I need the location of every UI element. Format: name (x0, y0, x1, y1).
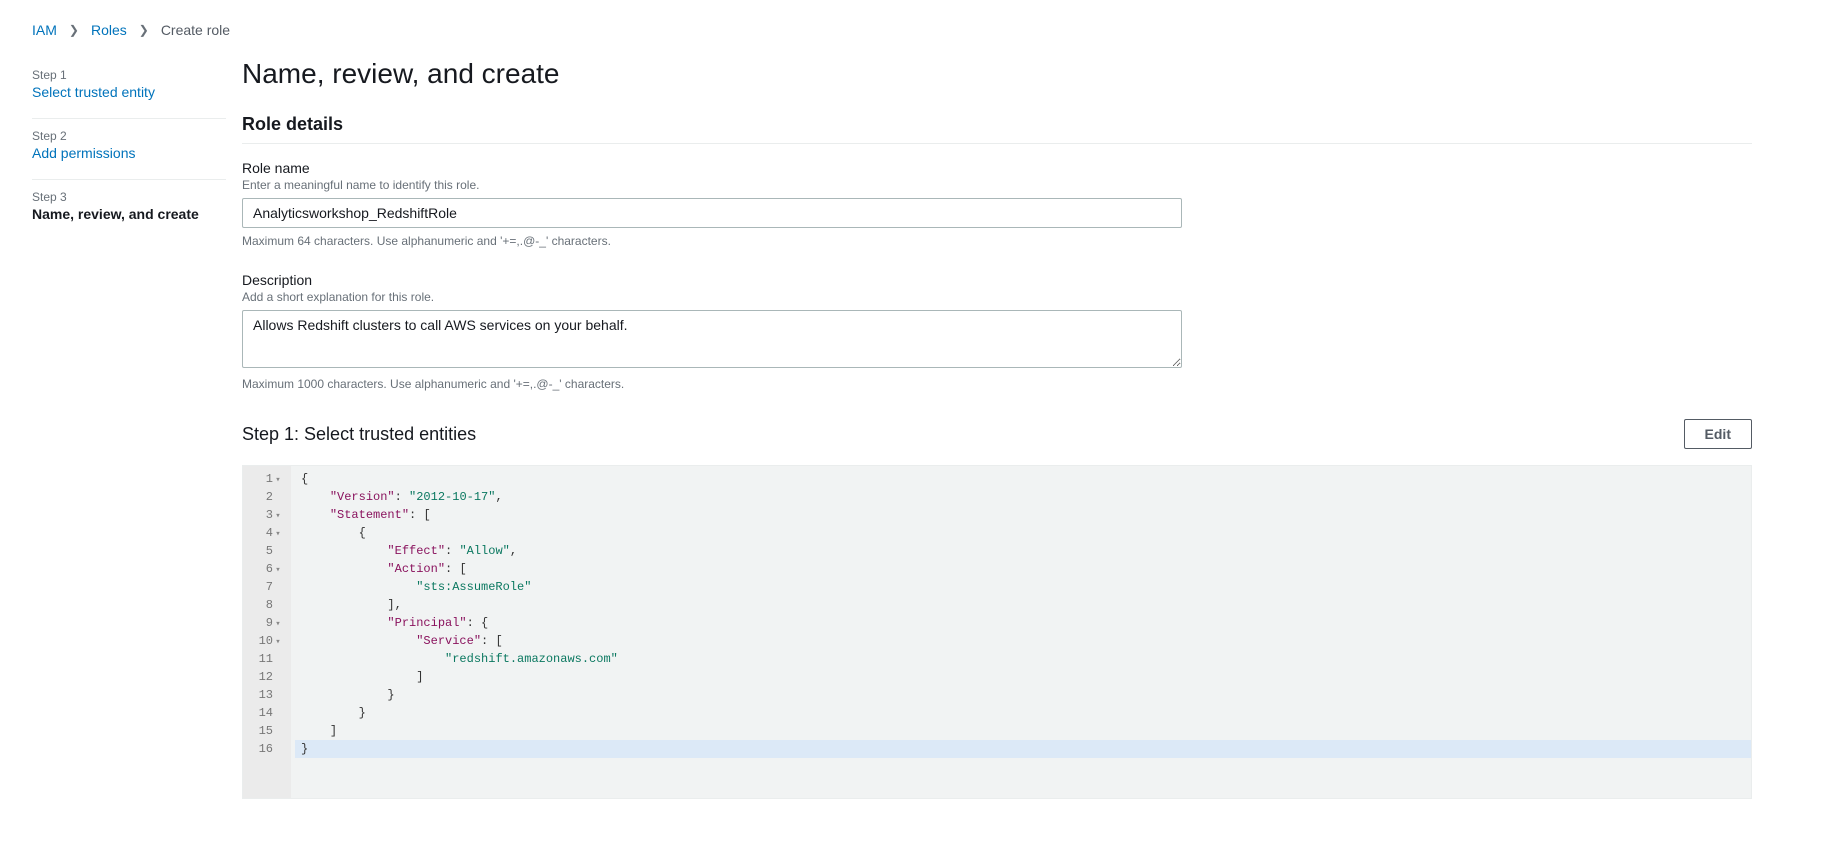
role-name-input[interactable] (242, 198, 1182, 228)
trusted-entities-title: Step 1: Select trusted entities (242, 424, 476, 445)
description-label: Description (242, 272, 1752, 288)
code-line[interactable]: { (295, 470, 1751, 488)
gutter-line: 1▾ (255, 470, 283, 488)
step-title: Name, review, and create (32, 206, 226, 222)
gutter-line: 13 (255, 686, 283, 704)
step-title[interactable]: Add permissions (32, 145, 226, 161)
breadcrumb-iam[interactable]: IAM (32, 22, 57, 38)
code-line[interactable]: "Principal": { (295, 614, 1751, 632)
trust-policy-editor[interactable]: 1▾23▾4▾56▾789▾10▾111213141516 { "Version… (242, 465, 1752, 799)
gutter-line: 16 (255, 740, 283, 758)
code-line[interactable]: "redshift.amazonaws.com" (295, 650, 1751, 668)
wizard-step-2[interactable]: Step 2 Add permissions (32, 119, 226, 180)
code-line[interactable]: ], (295, 596, 1751, 614)
breadcrumb: IAM ❯ Roles ❯ Create role (0, 0, 1822, 38)
gutter-line: 8 (255, 596, 283, 614)
breadcrumb-current: Create role (161, 22, 230, 38)
code-line[interactable]: "Action": [ (295, 560, 1751, 578)
gutter-line: 14 (255, 704, 283, 722)
breadcrumb-roles[interactable]: Roles (91, 22, 127, 38)
code-line[interactable]: ] (295, 722, 1751, 740)
code-line[interactable]: } (295, 686, 1751, 704)
role-name-hint: Enter a meaningful name to identify this… (242, 178, 1752, 192)
gutter-line: 5 (255, 542, 283, 560)
gutter-line: 12 (255, 668, 283, 686)
step-label: Step 2 (32, 129, 226, 143)
step-title[interactable]: Select trusted entity (32, 84, 226, 100)
description-group: Description Add a short explanation for … (242, 272, 1752, 391)
main-content: Name, review, and create Role details Ro… (242, 58, 1792, 839)
gutter-line: 11 (255, 650, 283, 668)
role-name-help: Maximum 64 characters. Use alphanumeric … (242, 234, 1752, 248)
gutter-line: 3▾ (255, 506, 283, 524)
page-title: Name, review, and create (242, 58, 1752, 90)
gutter-line: 15 (255, 722, 283, 740)
role-name-group: Role name Enter a meaningful name to ide… (242, 160, 1752, 248)
code-body[interactable]: { "Version": "2012-10-17", "Statement": … (291, 466, 1751, 798)
code-line[interactable]: ] (295, 668, 1751, 686)
gutter-line: 7 (255, 578, 283, 596)
role-name-label: Role name (242, 160, 1752, 176)
code-line[interactable]: "Service": [ (295, 632, 1751, 650)
code-line[interactable]: "Version": "2012-10-17", (295, 488, 1751, 506)
code-line[interactable]: "sts:AssumeRole" (295, 578, 1751, 596)
wizard-step-1[interactable]: Step 1 Select trusted entity (32, 58, 226, 119)
code-line[interactable]: "Statement": [ (295, 506, 1751, 524)
code-line[interactable]: } (295, 740, 1751, 758)
description-help: Maximum 1000 characters. Use alphanumeri… (242, 377, 1752, 391)
step-label: Step 1 (32, 68, 226, 82)
code-line[interactable]: { (295, 524, 1751, 542)
gutter-line: 9▾ (255, 614, 283, 632)
code-line[interactable]: "Effect": "Allow", (295, 542, 1751, 560)
edit-trusted-entities-button[interactable]: Edit (1684, 419, 1752, 449)
description-textarea[interactable] (242, 310, 1182, 368)
gutter-line: 10▾ (255, 632, 283, 650)
gutter-line: 2 (255, 488, 283, 506)
step-label: Step 3 (32, 190, 226, 204)
gutter-line: 4▾ (255, 524, 283, 542)
code-gutter: 1▾23▾4▾56▾789▾10▾111213141516 (243, 466, 291, 798)
chevron-right-icon: ❯ (69, 23, 79, 37)
description-hint: Add a short explanation for this role. (242, 290, 1752, 304)
wizard-step-3: Step 3 Name, review, and create (32, 180, 226, 240)
section-role-details: Role details (242, 114, 1752, 144)
code-line[interactable]: } (295, 704, 1751, 722)
chevron-right-icon: ❯ (139, 23, 149, 37)
wizard-sidebar: Step 1 Select trusted entity Step 2 Add per… (0, 58, 242, 839)
gutter-line: 6▾ (255, 560, 283, 578)
